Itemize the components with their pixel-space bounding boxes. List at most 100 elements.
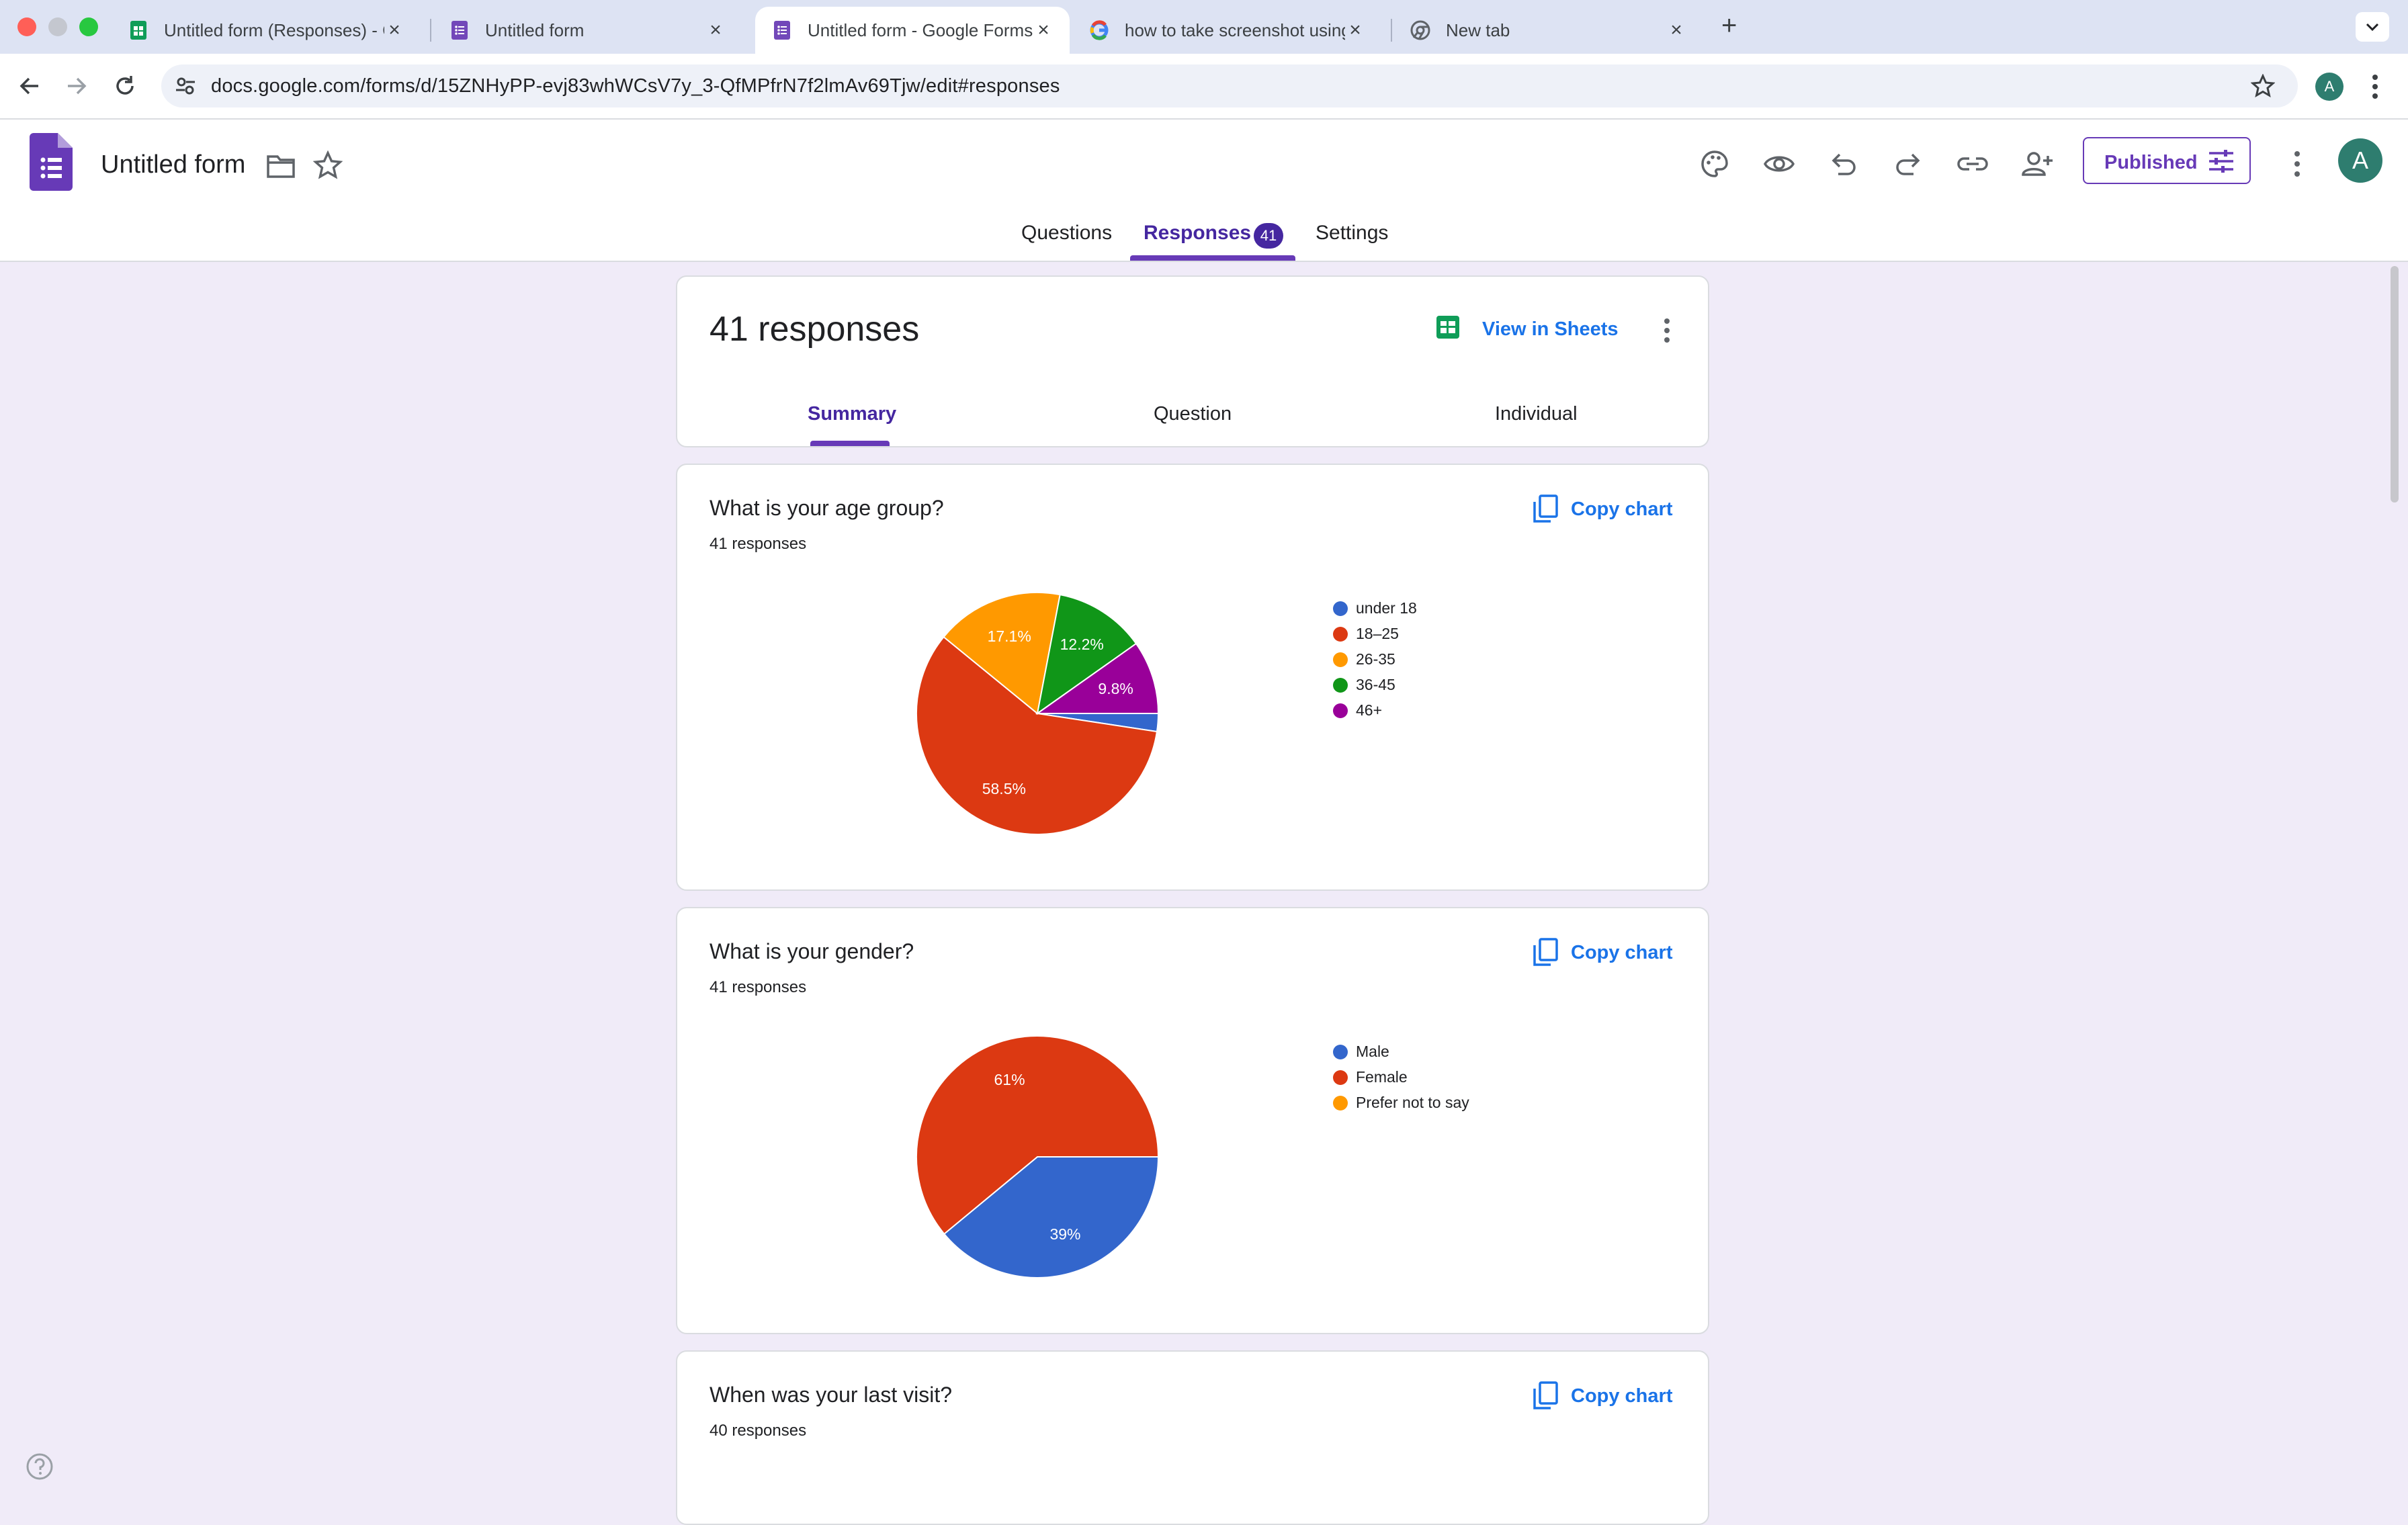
copy-chart-label: Copy chart xyxy=(1571,1385,1673,1407)
question-card-age-group: What is your age group? 41 responses Cop… xyxy=(676,464,1709,891)
browser-toolbar: docs.google.com/forms/d/15ZNHyPP-evj83wh… xyxy=(0,54,2408,120)
close-icon[interactable]: × xyxy=(705,19,726,42)
legend-swatch xyxy=(1333,1045,1348,1059)
copy-link-button[interactable] xyxy=(1952,144,1993,184)
link-icon xyxy=(1957,157,1988,171)
forms-header: Untitled form Published A Questions Resp… xyxy=(0,120,2408,262)
legend-item: Male xyxy=(1333,1039,1469,1064)
add-collaborators-button[interactable] xyxy=(2017,144,2057,184)
bookmark-star-icon[interactable] xyxy=(2251,74,2275,98)
copy-chart-button[interactable]: Copy chart xyxy=(1529,492,1684,525)
undo-icon xyxy=(1832,153,1856,175)
copy-chart-label: Copy chart xyxy=(1571,498,1673,520)
subtab-individual[interactable]: Individual xyxy=(1495,403,1578,425)
active-tab-indicator xyxy=(1130,255,1295,261)
browser-tab-new-tab[interactable]: New tab × xyxy=(1393,7,1703,54)
more-vert-icon[interactable] xyxy=(2292,149,2302,179)
subtab-summary[interactable]: Summary xyxy=(808,403,896,425)
close-icon[interactable]: × xyxy=(1033,19,1054,42)
age-group-pie-chart: 58.5% 17.1% 12.2% 9.8% xyxy=(916,592,1160,835)
question-card-gender: What is your gender? 41 responses Copy c… xyxy=(676,907,1709,1334)
responses-count-badge: 41 xyxy=(1254,223,1283,249)
pie-slice-label: 9.8% xyxy=(1098,680,1133,697)
legend-label: under 18 xyxy=(1356,599,1417,617)
tab-questions[interactable]: Questions xyxy=(1021,222,1112,245)
copy-chart-button[interactable]: Copy chart xyxy=(1529,935,1684,969)
close-icon[interactable]: × xyxy=(1666,19,1686,42)
legend-item: Female xyxy=(1333,1064,1469,1090)
legend-label: Prefer not to say xyxy=(1356,1094,1469,1111)
legend-swatch xyxy=(1333,601,1348,616)
legend-item: 36-45 xyxy=(1333,672,1417,697)
person-add-icon xyxy=(2022,152,2053,176)
palette-icon xyxy=(1701,150,1728,177)
legend-item: 18–25 xyxy=(1333,621,1417,646)
new-tab-button[interactable]: + xyxy=(1721,11,1737,41)
chart-legend: under 18 18–25 26-35 36-45 46+ xyxy=(1333,595,1417,723)
profile-avatar[interactable]: A xyxy=(2315,73,2344,101)
window-close-button[interactable] xyxy=(17,17,36,36)
legend-label: Female xyxy=(1356,1068,1408,1086)
close-icon[interactable]: × xyxy=(1345,19,1365,42)
question-title: What is your age group? xyxy=(710,496,944,520)
folder-icon[interactable] xyxy=(266,153,296,179)
forms-logo-icon[interactable] xyxy=(30,133,73,191)
browser-tab-google-search[interactable]: how to take screenshot using × xyxy=(1072,7,1381,54)
star-icon[interactable] xyxy=(313,150,343,180)
close-icon[interactable]: × xyxy=(384,19,404,42)
browser-tab-untitled-form[interactable]: Untitled form × xyxy=(433,7,742,54)
tab-responses[interactable]: Responses xyxy=(1144,222,1251,245)
published-label: Published xyxy=(2104,152,2198,173)
pie-slice-label: 58.5% xyxy=(982,780,1026,797)
customize-theme-button[interactable] xyxy=(1694,144,1735,184)
copy-icon xyxy=(1533,938,1558,966)
legend-label: 18–25 xyxy=(1356,625,1399,642)
copy-icon xyxy=(1533,1381,1558,1409)
window-zoom-button[interactable] xyxy=(79,17,98,36)
subtab-question[interactable]: Question xyxy=(1154,403,1232,425)
site-settings-icon[interactable] xyxy=(175,75,196,97)
sheets-icon[interactable] xyxy=(1435,314,1461,340)
back-button[interactable] xyxy=(12,69,47,103)
reload-button[interactable] xyxy=(108,69,142,103)
preview-button[interactable] xyxy=(1759,144,1799,184)
redo-button[interactable] xyxy=(1888,144,1928,184)
legend-item: 46+ xyxy=(1333,697,1417,723)
page-scrollbar-thumb[interactable] xyxy=(2391,266,2399,503)
account-avatar[interactable]: A xyxy=(2338,138,2382,183)
pie-slice-label: 39% xyxy=(1049,1225,1080,1243)
forward-button[interactable] xyxy=(59,69,94,103)
tab-settings[interactable]: Settings xyxy=(1316,222,1388,245)
legend-label: Male xyxy=(1356,1043,1389,1060)
arrow-left-icon xyxy=(19,77,38,95)
copy-icon xyxy=(1533,494,1558,523)
copy-chart-button[interactable]: Copy chart xyxy=(1529,1379,1684,1412)
legend-swatch xyxy=(1333,678,1348,693)
undo-button[interactable] xyxy=(1823,144,1864,184)
question-title: What is your gender? xyxy=(710,939,914,963)
tab-search-button[interactable] xyxy=(2356,12,2389,42)
tab-divider xyxy=(1391,19,1392,42)
address-bar[interactable]: docs.google.com/forms/d/15ZNHyPP-evj83wh… xyxy=(161,64,2298,107)
legend-item: under 18 xyxy=(1333,595,1417,621)
window-minimize-button[interactable] xyxy=(48,17,67,36)
tab-title: Untitled form xyxy=(485,19,585,40)
tab-title: Untitled form (Responses) - G xyxy=(164,19,384,40)
published-button[interactable]: Published xyxy=(2083,137,2251,184)
more-vert-icon[interactable] xyxy=(1662,317,1672,344)
view-in-sheets-link[interactable]: View in Sheets xyxy=(1482,318,1619,341)
active-subtab-indicator xyxy=(810,441,890,446)
legend-swatch xyxy=(1333,1070,1348,1085)
response-count: 41 responses xyxy=(710,535,807,553)
browser-tab-google-forms-active[interactable]: Untitled form - Google Forms × xyxy=(755,7,1070,54)
question-card-last-visit: When was your last visit? 40 responses C… xyxy=(676,1350,1709,1525)
forms-icon xyxy=(452,21,468,40)
browser-tab-responses-sheet[interactable]: Untitled form (Responses) - G × xyxy=(112,7,421,54)
tune-icon xyxy=(2209,150,2233,173)
more-vert-icon[interactable] xyxy=(2370,73,2380,101)
gender-pie-chart: 39% 61% xyxy=(916,1035,1160,1278)
response-count: 40 responses xyxy=(710,1422,807,1440)
help-icon[interactable] xyxy=(26,1452,54,1481)
form-title[interactable]: Untitled form xyxy=(101,150,245,179)
redo-icon xyxy=(1896,153,1920,175)
